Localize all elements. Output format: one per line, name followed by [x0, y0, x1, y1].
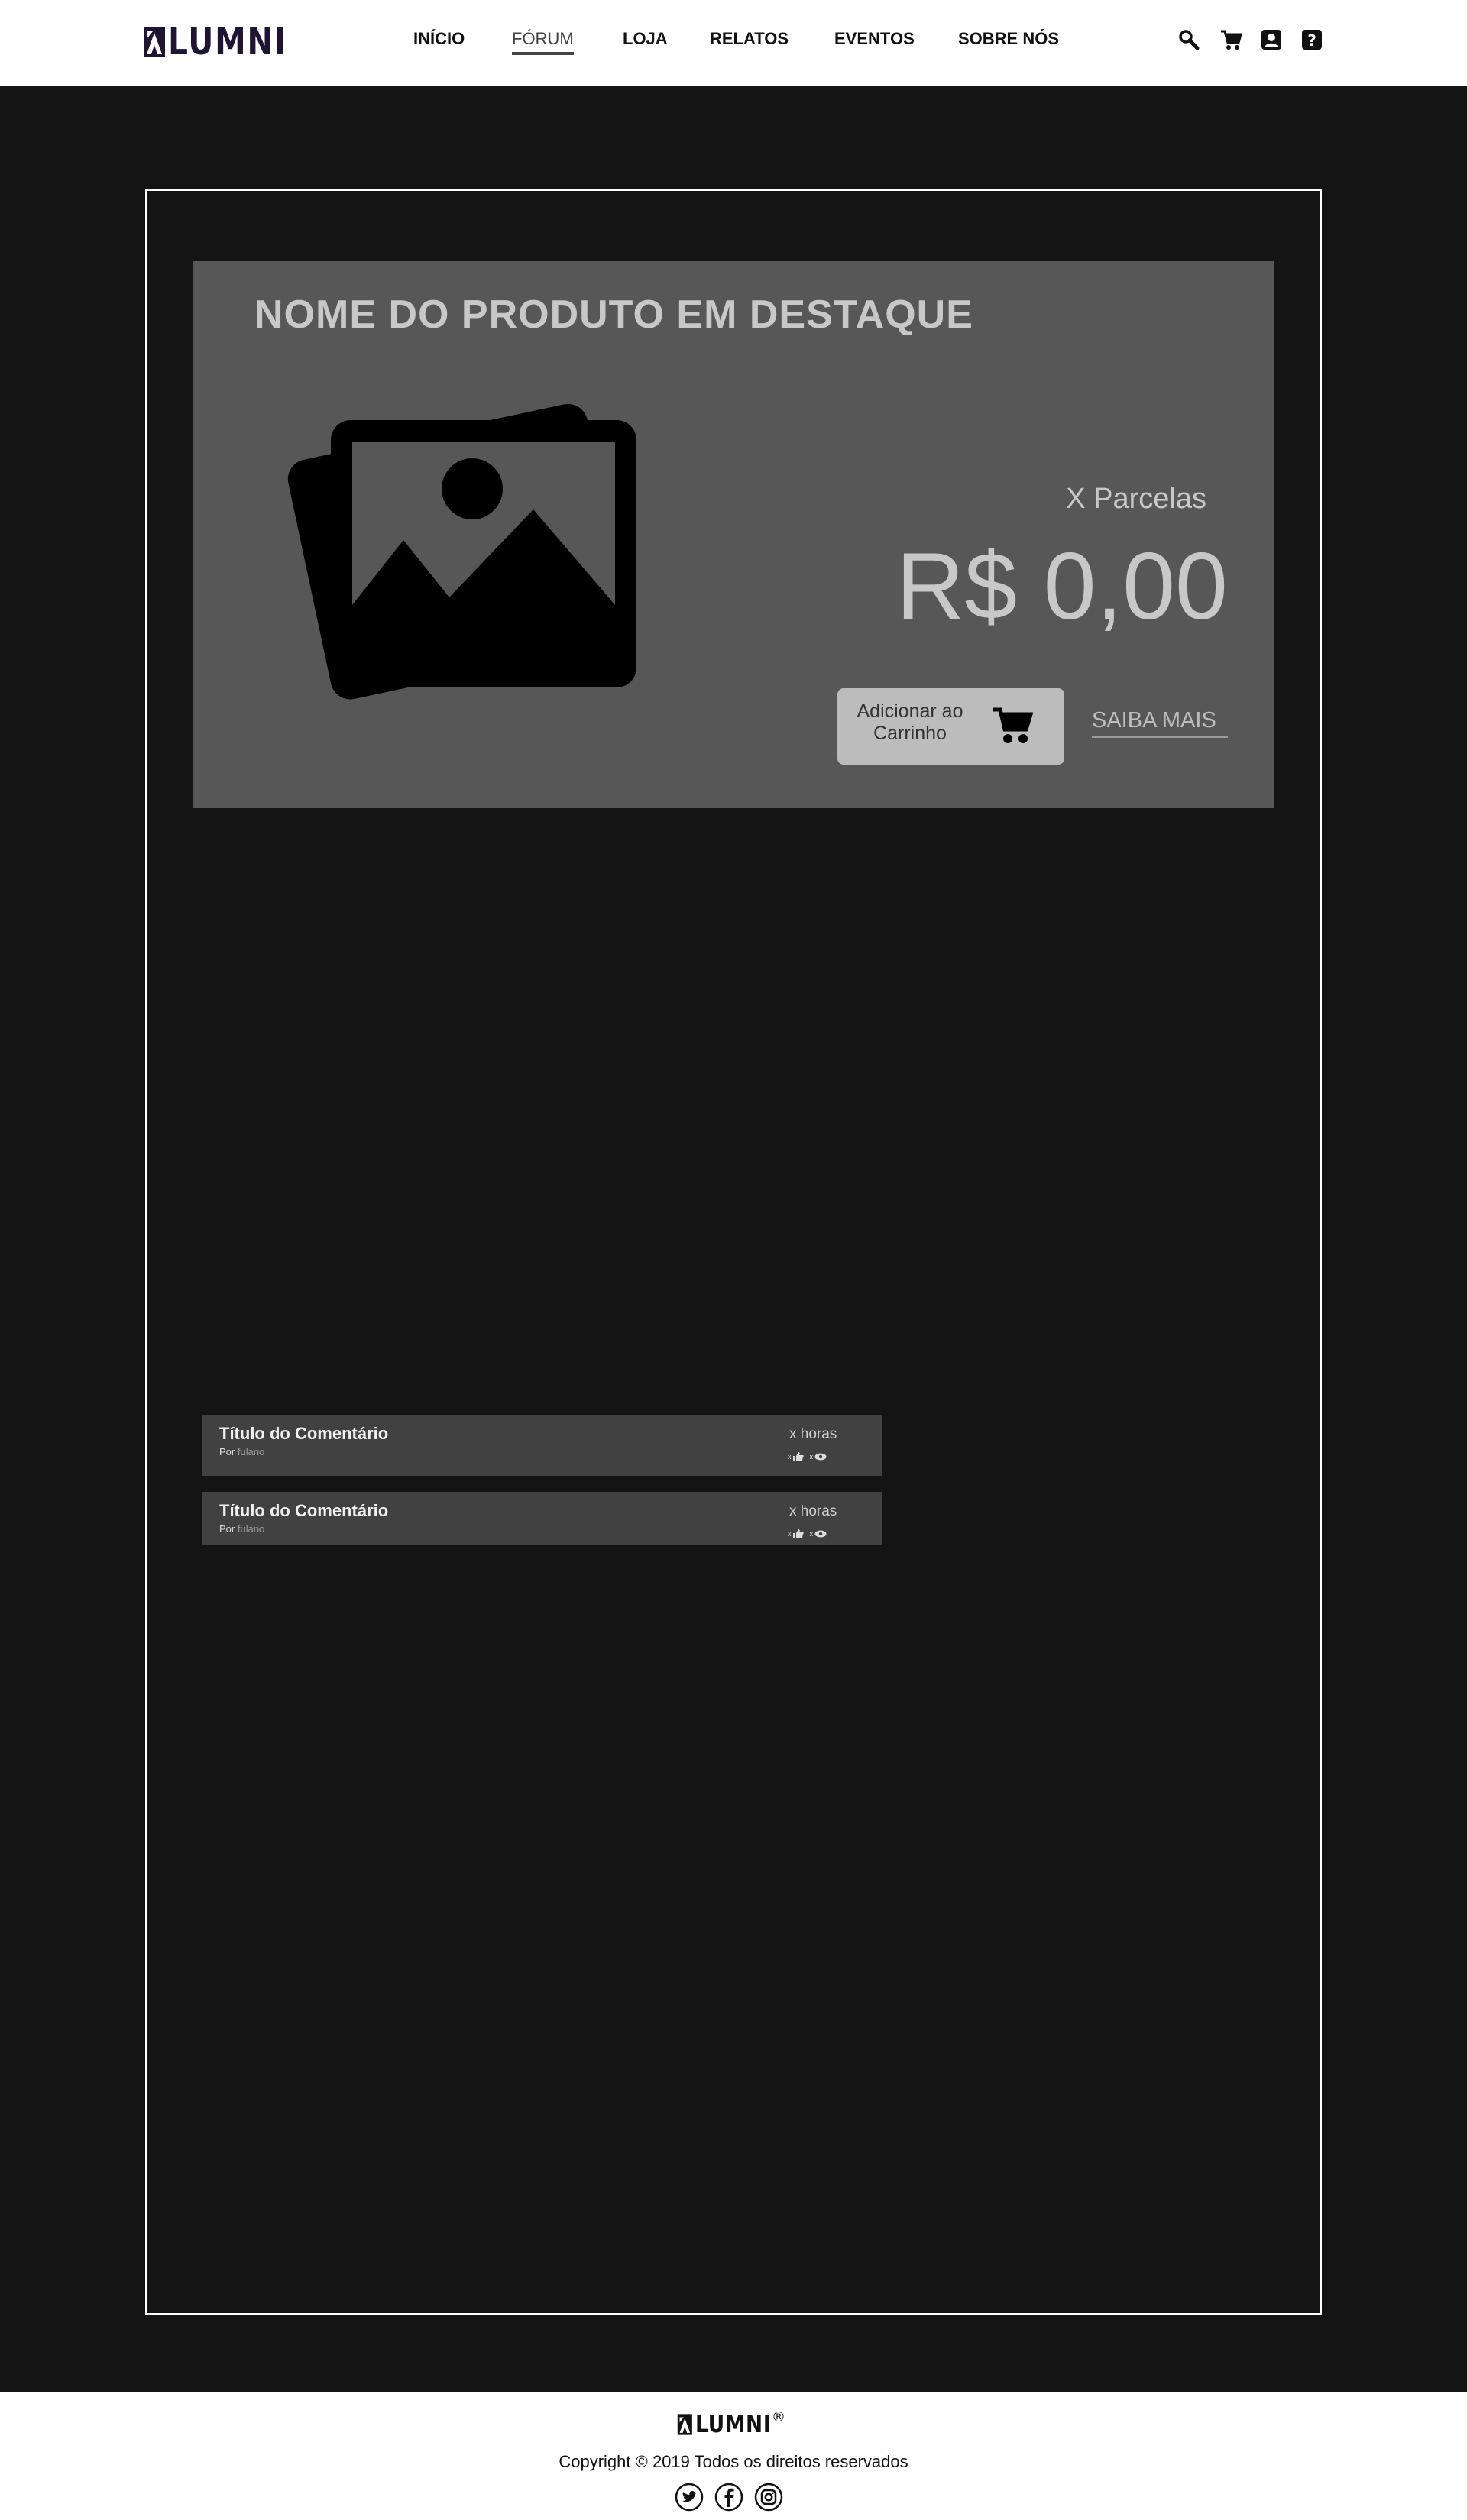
- eye-icon: [814, 1530, 827, 1538]
- add-to-cart-button[interactable]: Adicionar ao Carrinho: [837, 688, 1064, 765]
- footer-logo[interactable]: LUMNI ®: [677, 2409, 785, 2438]
- comment-title: Título do Comentário: [219, 1424, 389, 1443]
- nav-active-underline: [512, 52, 574, 55]
- registered-mark: ®: [772, 2409, 785, 2425]
- cart-icon[interactable]: [1219, 27, 1243, 52]
- learn-more-link[interactable]: SAIBA MAIS: [1092, 708, 1228, 738]
- thumbs-up-icon[interactable]: [792, 1452, 804, 1461]
- comment-stats: x x: [788, 1451, 828, 1462]
- search-icon[interactable]: [1177, 27, 1201, 52]
- nav-inicio[interactable]: INÍCIO: [413, 29, 465, 49]
- featured-product: NOME DO PRODUTO EM DESTAQUE X Parcelas R…: [193, 261, 1274, 808]
- installments-text: X Parcelas: [1066, 483, 1206, 515]
- twitter-icon[interactable]: [675, 2483, 704, 2512]
- instagram-icon[interactable]: [754, 2483, 783, 2512]
- copyright-text: Copyright © 2019 Todos os direitos reser…: [559, 2452, 908, 2471]
- nav-loja[interactable]: LOJA: [623, 29, 668, 49]
- add-to-cart-label: Adicionar ao Carrinho: [857, 700, 963, 744]
- image-placeholder-icon: [287, 403, 636, 700]
- footer-logo-text: LUMNI: [695, 2411, 772, 2438]
- thumbs-up-icon[interactable]: [792, 1529, 804, 1538]
- comment-byline: Por fulano: [219, 1446, 264, 1457]
- logo-mark-icon: [677, 2414, 692, 2435]
- logo-mark-icon: [144, 27, 165, 57]
- site-footer: LUMNI ® Copyright © 2019 Todos os direit…: [0, 2392, 1467, 2520]
- facebook-icon[interactable]: [714, 2483, 743, 2512]
- nav-eventos[interactable]: EVENTOS: [834, 29, 915, 49]
- likes-count: x: [788, 1530, 792, 1538]
- comment-time: x horas: [789, 1503, 837, 1519]
- likes-count: x: [788, 1453, 792, 1461]
- help-icon[interactable]: ?: [1300, 27, 1324, 52]
- comment-byline: Por fulano: [219, 1523, 264, 1535]
- account-icon[interactable]: [1259, 27, 1284, 52]
- comment-title: Título do Comentário: [219, 1501, 389, 1520]
- nav-relatos[interactable]: RELATOS: [710, 29, 789, 49]
- svg-text:?: ?: [1307, 31, 1316, 50]
- product-price: R$ 0,00: [895, 534, 1228, 639]
- cart-icon: [993, 707, 1034, 743]
- nav-forum[interactable]: FÓRUM: [512, 29, 574, 49]
- comment-by-prefix: Por: [219, 1446, 235, 1457]
- logo-text: LUMNI: [168, 21, 288, 63]
- site-logo[interactable]: LUMNI: [144, 23, 309, 61]
- comment-stats: x x: [788, 1528, 828, 1539]
- comment-author[interactable]: fulano: [238, 1523, 264, 1535]
- eye-icon: [814, 1453, 827, 1461]
- comment-card[interactable]: Título do Comentário Por fulano x horas …: [202, 1492, 882, 1545]
- featured-product-title: NOME DO PRODUTO EM DESTAQUE: [254, 293, 973, 337]
- comment-card[interactable]: Título do Comentário Por fulano x horas …: [202, 1415, 882, 1476]
- views-count: x: [809, 1453, 814, 1461]
- views-count: x: [809, 1530, 814, 1538]
- comment-author[interactable]: fulano: [238, 1446, 264, 1457]
- site-header: LUMNI INÍCIO FÓRUM LOJA RELATOS EVENTOS …: [0, 0, 1467, 86]
- nav-sobre-nos[interactable]: SOBRE NÓS: [958, 29, 1059, 49]
- comment-time: x horas: [789, 1426, 837, 1442]
- comment-by-prefix: Por: [219, 1523, 235, 1535]
